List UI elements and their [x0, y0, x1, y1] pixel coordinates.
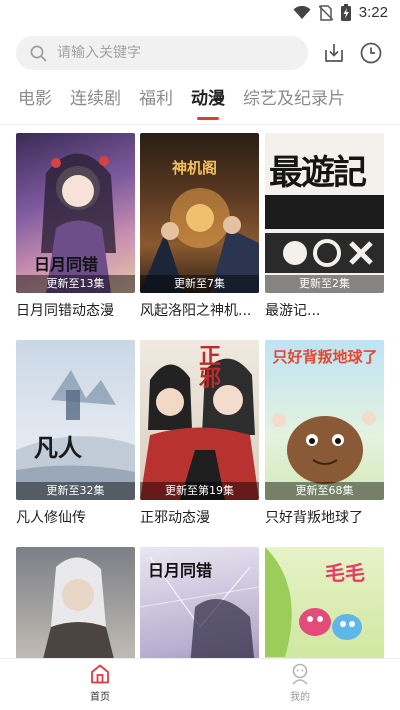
poster-image: 只好背叛地球了 更新至68集 — [265, 340, 384, 500]
search-row — [0, 36, 400, 70]
card-title: 凡人修仙传 — [16, 510, 86, 526]
poster-image: 神机阁 更新至7集 — [140, 133, 259, 293]
poster-image: 最遊記 更新至2集 — [265, 133, 384, 293]
bottom-nav: 首页 我的 — [0, 658, 400, 710]
poster-title: 日月同错 — [148, 561, 213, 580]
nav-mine-label: 我的 — [290, 692, 310, 703]
anime-card[interactable]: 最遊記 更新至2集 最游记... — [265, 133, 384, 320]
poster-image — [16, 547, 135, 658]
clock-icon — [360, 42, 382, 64]
poster-image: 日月同错 更新至13集 — [16, 133, 135, 293]
card-title: 日月同错动态漫 — [16, 303, 114, 319]
status-icons: 3:22 — [293, 4, 388, 21]
episode-badge: 更新至32集 — [16, 482, 135, 500]
tab-anime[interactable]: 动漫 — [191, 84, 225, 122]
nav-home-label: 首页 — [90, 692, 110, 703]
poster-title: 最遊記 — [269, 153, 367, 193]
poster-title: 神机阁 — [172, 159, 218, 177]
tabs-divider — [0, 124, 400, 125]
battery-charging-icon — [340, 4, 351, 21]
poster-title: 正邪 — [195, 344, 221, 388]
card-title: 最游记... — [265, 303, 321, 319]
history-button[interactable] — [358, 40, 384, 66]
anime-card[interactable]: 只好背叛地球了 更新至68集 只好背叛地球了 — [265, 340, 384, 527]
anime-card[interactable]: 日月同错 — [140, 547, 259, 658]
episode-badge: 更新至第19集 — [140, 482, 259, 500]
card-title: 只好背叛地球了 — [265, 510, 363, 526]
download-icon — [325, 44, 343, 62]
tab-series[interactable]: 连续剧 — [70, 84, 121, 122]
download-button[interactable] — [321, 40, 347, 66]
no-sim-icon — [318, 4, 333, 21]
poster-image: 日月同错 — [140, 547, 259, 658]
poster-art — [16, 370, 135, 500]
episode-badge: 更新至2集 — [265, 275, 384, 293]
search-input[interactable] — [57, 45, 277, 61]
anime-card[interactable]: 正邪 更新至第19集 正邪动态漫 — [140, 340, 259, 527]
poster-art — [43, 557, 114, 658]
search-icon — [30, 45, 47, 61]
poster-image: 正邪 更新至第19集 — [140, 340, 259, 500]
status-time: 3:22 — [358, 4, 388, 21]
tab-welfare[interactable]: 福利 — [139, 84, 173, 122]
poster-title: 凡人 — [34, 433, 82, 462]
poster-title: 日月同错 — [34, 255, 99, 274]
anime-grid: 日月同错 更新至13集 日月同错动态漫 神机阁 更新至7集 风起洛阳之神机... — [0, 133, 400, 658]
episode-badge: 更新至7集 — [140, 275, 259, 293]
anime-card[interactable]: 神机阁 更新至7集 风起洛阳之神机... — [140, 133, 259, 320]
user-icon — [292, 663, 308, 685]
status-bar: 3:22 — [0, 0, 400, 28]
card-title: 风起洛阳之神机... — [140, 303, 252, 319]
tab-movie[interactable]: 电影 — [18, 84, 52, 122]
nav-home[interactable]: 首页 — [60, 663, 140, 703]
tab-variety-documentary[interactable]: 综艺及纪录片 — [243, 84, 345, 122]
episode-badge: 更新至13集 — [16, 275, 135, 293]
home-icon — [91, 664, 109, 684]
anime-card[interactable]: 毛毛 — [265, 547, 384, 658]
poster-image: 毛毛 — [265, 547, 384, 658]
anime-card[interactable]: 日月同错 更新至13集 日月同错动态漫 — [16, 133, 135, 320]
category-tabs: 电影 连续剧 福利 动漫 综艺及纪录片 — [0, 84, 400, 122]
anime-card[interactable] — [16, 547, 135, 658]
nav-mine[interactable]: 我的 — [260, 663, 340, 703]
poster-title: 只好背叛地球了 — [272, 348, 378, 366]
poster-image: 凡人 更新至32集 — [16, 340, 135, 500]
anime-card[interactable]: 凡人 更新至32集 凡人修仙传 — [16, 340, 135, 527]
card-title: 正邪动态漫 — [140, 510, 210, 526]
episode-badge: 更新至68集 — [265, 482, 384, 500]
search-box[interactable] — [16, 36, 308, 70]
poster-title: 毛毛 — [325, 561, 365, 585]
wifi-icon — [293, 5, 311, 19]
